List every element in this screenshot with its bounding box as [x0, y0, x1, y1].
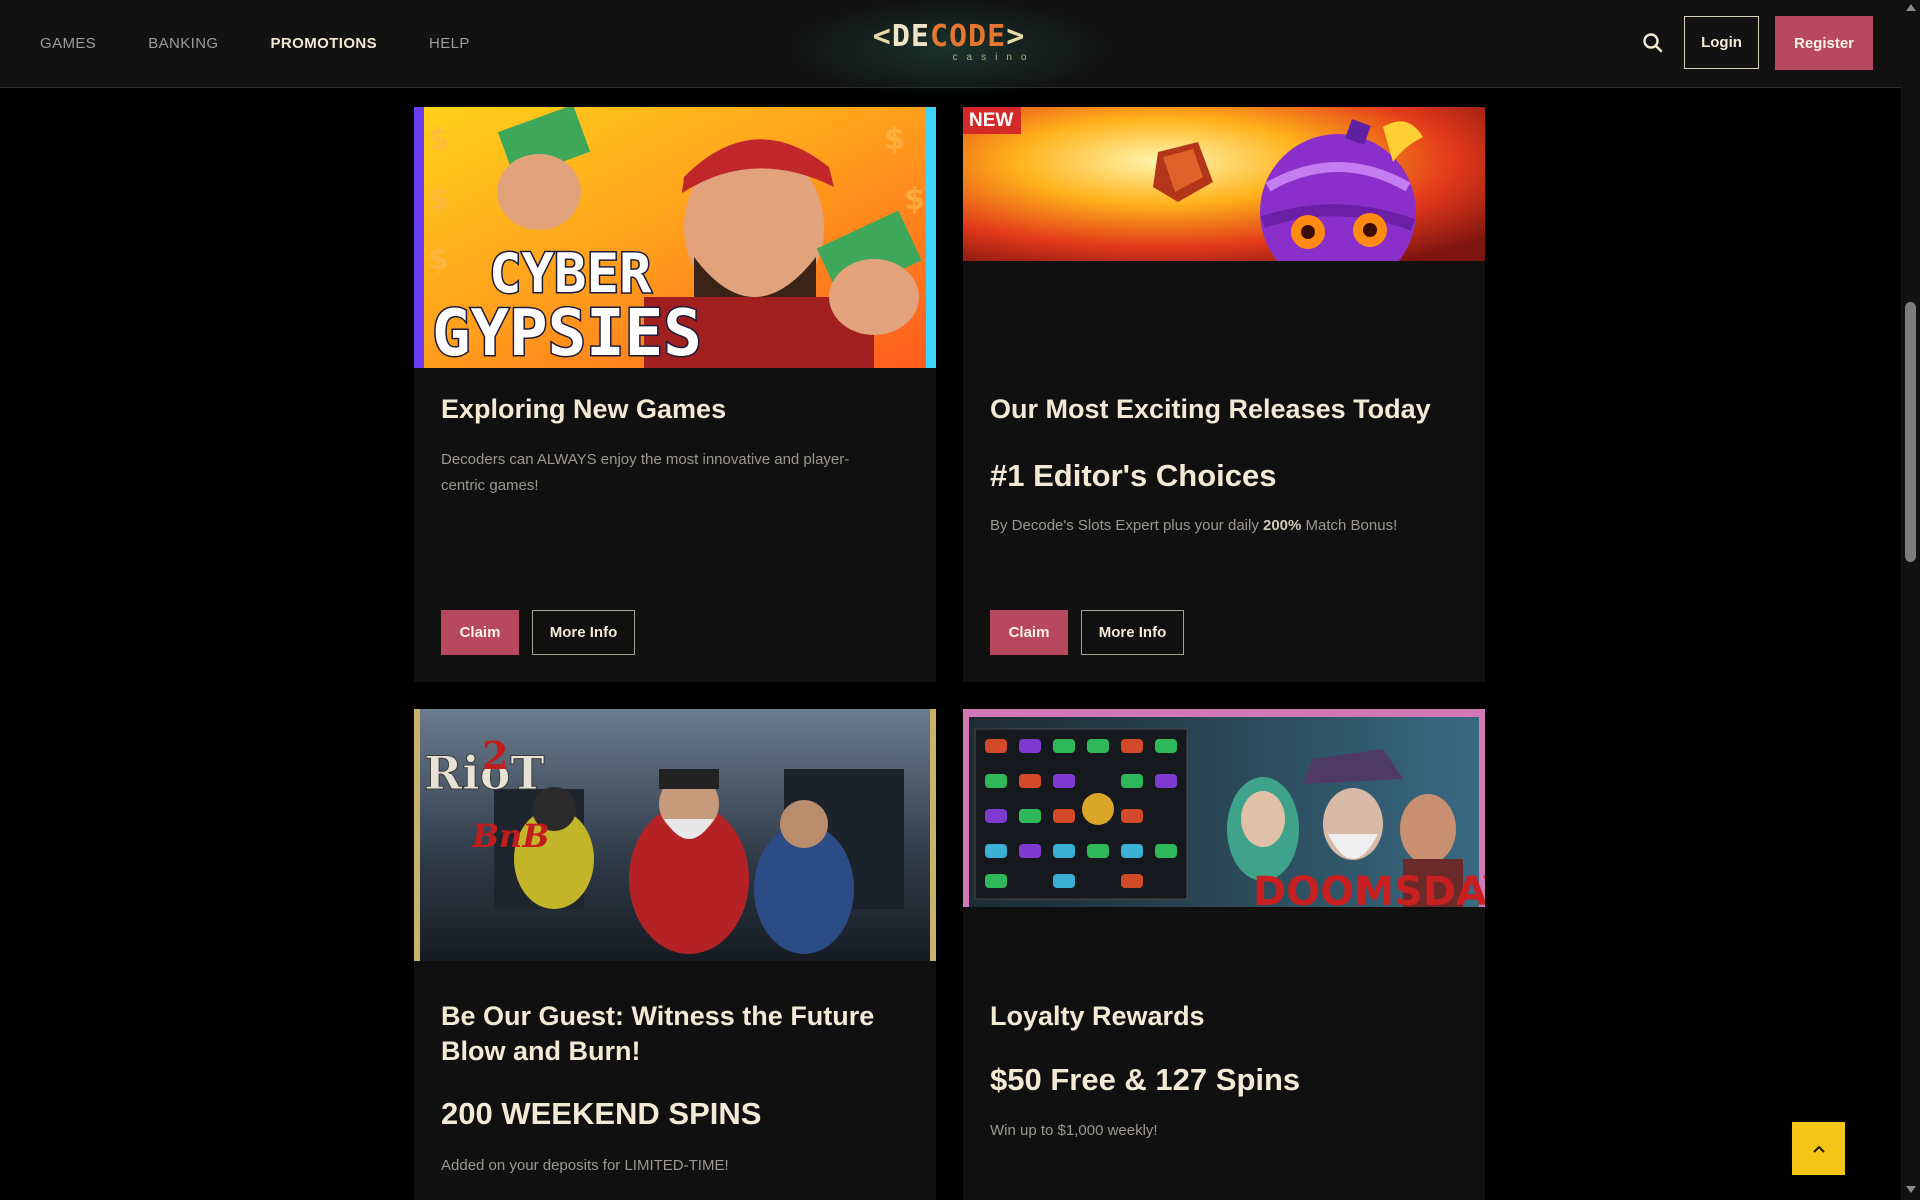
card-title: Our Most Exciting Releases Today — [990, 394, 1431, 424]
logo-wordmark: <DECODE> — [872, 19, 1026, 54]
site-logo[interactable]: <DECODE> casino — [773, 0, 1125, 104]
card-body: Exploring New Games Decoders can ALWAYS … — [441, 392, 909, 499]
card-body: Our Most Exciting Releases Today #1 Edit… — [990, 392, 1458, 539]
scroll-thumb[interactable] — [1905, 302, 1916, 562]
promo-image-bomb: NEW — [963, 107, 1485, 261]
claim-button[interactable]: Claim — [990, 610, 1068, 655]
svg-text:CYBER: CYBER — [489, 242, 652, 305]
promo-image-cyber-gypsies: $$$ $$$ CYBER GYPSIES — [414, 107, 936, 368]
promo-card-loyalty-rewards: DOOMSDAY Loyalty Rewards $50 Free & 127 … — [963, 709, 1485, 1200]
scroll-up-arrow-icon[interactable] — [1906, 4, 1916, 11]
claim-button[interactable]: Claim — [441, 610, 519, 655]
svg-text:$: $ — [884, 122, 905, 157]
new-badge: NEW — [963, 107, 1022, 134]
card-headline: 200 WEEKEND SPINS — [441, 1096, 762, 1131]
cyber-gypsies-artwork: $$$ $$$ CYBER GYPSIES — [414, 107, 936, 368]
svg-text:GYPSIES: GYPSIES — [432, 297, 702, 368]
nav-banking[interactable]: BANKING — [148, 35, 218, 52]
svg-text:$: $ — [428, 242, 449, 277]
nav-help[interactable]: HELP — [429, 35, 470, 52]
logo-subtitle: casino — [952, 52, 1036, 63]
promo-card-be-our-guest: RioT 2 BnB Be Our Guest: Witness the Fut… — [414, 709, 936, 1200]
card-title: Loyalty Rewards — [990, 1001, 1205, 1031]
svg-text:$: $ — [904, 182, 925, 217]
doomsday-artwork: DOOMSDAY — [963, 709, 1485, 907]
card-title: Exploring New Games — [441, 394, 727, 424]
promo-image-doomsday: DOOMSDAY — [963, 709, 1485, 907]
description-text: By Decode's Slots Expert plus your daily — [990, 517, 1263, 534]
more-info-button[interactable]: More Info — [1081, 610, 1184, 655]
page-scrollbar[interactable] — [1901, 0, 1920, 1200]
card-description: Added on your deposits for LIMITED-TIME! — [441, 1157, 729, 1174]
promo-card-exploring-new-games: $$$ $$$ CYBER GYPSIES Exploring New Game… — [414, 107, 936, 682]
svg-text:BnB: BnB — [471, 817, 549, 855]
card-body: Be Our Guest: Witness the Future Blow an… — [441, 999, 909, 1179]
card-headline: #1 Editor's Choices — [990, 458, 1277, 493]
nav-games[interactable]: GAMES — [40, 35, 96, 52]
svg-text:2: 2 — [482, 733, 508, 778]
main-nav: GAMES BANKING PROMOTIONS HELP — [40, 0, 470, 87]
svg-text:$: $ — [428, 122, 449, 157]
card-description: Decoders can ALWAYS enjoy the most innov… — [441, 451, 850, 494]
description-text: Match Bonus! — [1301, 517, 1398, 534]
chevron-up-icon — [1812, 1145, 1825, 1153]
register-button[interactable]: Register — [1775, 16, 1873, 70]
riot-artwork: RioT 2 BnB — [414, 709, 936, 961]
login-button[interactable]: Login — [1684, 16, 1759, 69]
card-body: Loyalty Rewards $50 Free & 127 Spins Win… — [990, 999, 1458, 1144]
bomb-artwork — [963, 107, 1485, 261]
nav-promotions[interactable]: PROMOTIONS — [271, 35, 378, 52]
card-title: Be Our Guest: Witness the Future Blow an… — [441, 1001, 875, 1066]
svg-text:$: $ — [428, 182, 449, 217]
back-to-top-button[interactable] — [1792, 1122, 1845, 1175]
card-headline: $50 Free & 127 Spins — [990, 1062, 1301, 1097]
more-info-button[interactable]: More Info — [532, 610, 635, 655]
card-description: Win up to $1,000 weekly! — [990, 1122, 1158, 1139]
svg-text:DOOMSDAY: DOOMSDAY — [1253, 869, 1485, 907]
card-description: By Decode's Slots Expert plus your daily… — [990, 513, 1458, 539]
promo-card-exciting-releases: NEW Our Most Exciting Releases Today #1 … — [963, 107, 1485, 682]
site-header: GAMES BANKING PROMOTIONS HELP <DECODE> c… — [0, 0, 1901, 104]
scroll-down-arrow-icon[interactable] — [1906, 1186, 1916, 1193]
description-bold: 200% — [1263, 517, 1302, 534]
search-icon[interactable] — [1641, 31, 1665, 55]
promo-image-riot: RioT 2 BnB — [414, 709, 936, 961]
